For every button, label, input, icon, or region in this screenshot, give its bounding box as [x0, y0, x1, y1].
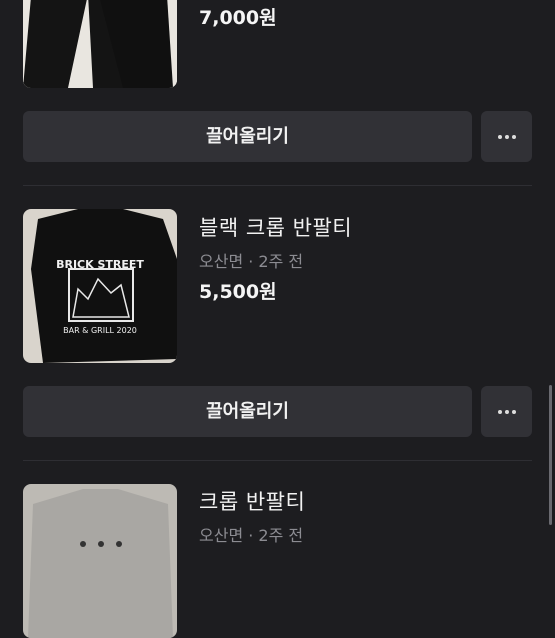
bump-button[interactable]: 끌어올리기	[23, 111, 472, 162]
shirt-print-subtext: BAR & GRILL 2020	[63, 326, 137, 335]
scrollbar[interactable]	[549, 385, 552, 525]
product-price: 7,000원	[199, 7, 277, 29]
bump-button[interactable]: 끌어올리기	[23, 386, 472, 437]
product-title: 크롭 반팔티	[199, 490, 306, 514]
divider	[23, 185, 532, 186]
more-options-button[interactable]	[481, 111, 532, 162]
gray-shirt-photo	[23, 484, 177, 638]
more-options-button[interactable]	[481, 386, 532, 437]
product-thumbnail[interactable]: BRICK STREET BAR & GRILL 2020	[23, 209, 177, 363]
more-horizontal-icon	[497, 134, 516, 139]
shirt-print-text: BRICK STREET	[56, 258, 144, 271]
product-meta: 오산면 · 2주 전	[199, 252, 304, 271]
product-thumbnail[interactable]	[23, 0, 177, 88]
product-thumbnail[interactable]	[23, 484, 177, 638]
product-meta: 오산면 · 2주 전	[199, 526, 304, 545]
more-horizontal-icon	[497, 409, 516, 414]
black-tshirt-photo: BRICK STREET BAR & GRILL 2020	[23, 209, 177, 363]
product-title: 블랙 크롭 반팔티	[199, 216, 353, 240]
product-price: 5,500원	[199, 281, 277, 303]
divider	[23, 460, 532, 461]
black-pants-photo	[23, 0, 177, 88]
